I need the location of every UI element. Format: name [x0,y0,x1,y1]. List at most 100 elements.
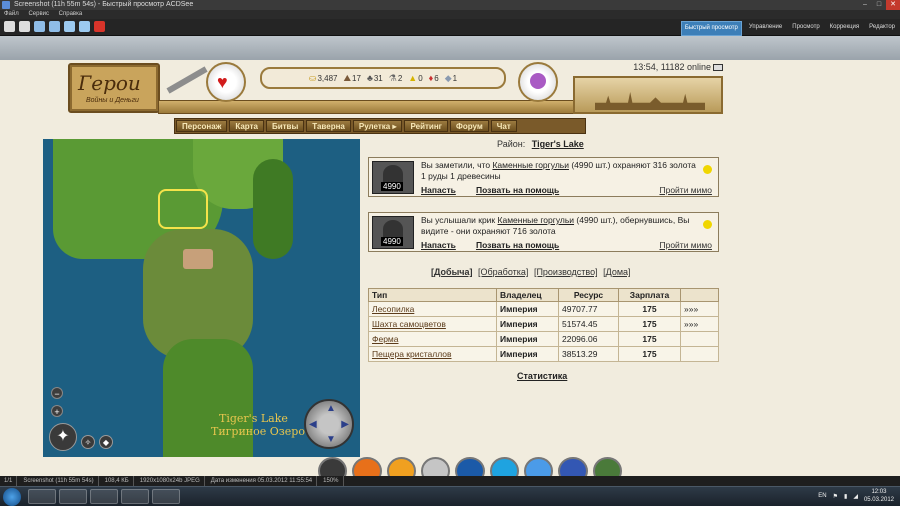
creature-count: 4990 [381,237,403,246]
compass-west-arrow[interactable]: ◀ [309,419,317,430]
explorer-task-icon[interactable] [28,489,56,504]
attack-link[interactable]: Напасть [421,185,456,195]
mode-edit[interactable]: Редактор [866,21,898,36]
zoom-in-icon[interactable] [64,21,75,32]
building-go-link[interactable]: »»» [680,301,719,317]
mode-view[interactable]: Просмотр [789,21,822,36]
mode-manage[interactable]: Управление [746,21,785,36]
clock-date: 05.03.2012 [863,497,894,503]
resource-mercury: ⚗ 2 [389,73,403,84]
map-town[interactable] [183,249,213,269]
map-zoom-in-button[interactable]: + [51,405,63,417]
nav-rating[interactable]: Рейтинг [404,120,448,132]
compass-south-arrow[interactable]: ▼ [326,434,336,445]
status-zoom[interactable]: 150% [323,476,344,486]
zoom-out-icon[interactable] [79,21,90,32]
building-go-link [680,331,719,347]
health-orb[interactable]: ♥ [206,62,246,102]
compass-east-arrow[interactable]: ▶ [341,419,349,430]
toolbar-icons [4,21,105,32]
resource-mercury-value: 2 [397,73,403,83]
mana-orb[interactable] [518,62,558,102]
menu-file[interactable]: Файл [4,11,19,17]
language-indicator[interactable]: EN [818,493,826,499]
creature-link[interactable]: Каменные горгульи [498,215,575,225]
chrome-task-icon[interactable] [59,489,87,504]
close-button[interactable]: ✕ [886,0,900,10]
mail-icon[interactable] [713,64,723,72]
call-help-link[interactable]: Позвать на помощь [476,185,559,195]
firefox-task-icon[interactable] [90,489,118,504]
table-row: Пещера кристаллов Империя 38513.29 175 [368,346,719,362]
creature-link[interactable]: Каменные горгульи [492,160,569,170]
map-zoom-out-button[interactable]: − [51,387,63,399]
status-dimensions: 1920x1080x24b JPEG [140,476,205,486]
tab-houses[interactable]: [Дома] [603,267,630,277]
building-resource: 49707.77 [558,301,619,317]
nav-character[interactable]: Персонаж [176,120,228,132]
castle-banner [573,76,723,114]
building-go-link [680,346,719,362]
nav-tavern[interactable]: Таверна [306,120,351,132]
world-map[interactable]: − + ✦ ✧ ◆ Tiger's Lake Тигриное Озеро ▲ … [43,139,360,457]
building-resource: 22096.06 [558,331,619,347]
minimize-button[interactable]: – [858,0,872,10]
call-help-link[interactable]: Позвать на помощь [476,240,559,250]
forward-icon[interactable] [19,21,30,32]
back-icon[interactable] [4,21,15,32]
sword-decoration [166,66,208,94]
map-settings-button[interactable]: ✧ [81,435,95,449]
game-logo[interactable]: Герои Войны и Деньги [68,63,160,113]
nav-forum[interactable]: Форум [450,120,489,132]
potion-icon [530,73,546,89]
pass-by-link[interactable]: Пройти мимо [659,240,711,250]
map-navigation-compass[interactable]: ▲ ▼ ◀ ▶ [304,399,354,449]
nav-battles[interactable]: Битвы [265,120,305,132]
building-go-link[interactable]: »»» [680,316,719,332]
tray-network-icon[interactable]: ▮ [844,493,847,500]
map-filter-button[interactable]: ◆ [99,435,113,449]
menu-help[interactable]: Справка [59,11,83,17]
mode-develop[interactable]: Коррекция [827,21,863,36]
save-icon[interactable] [34,21,45,32]
header-frame [158,100,578,114]
menu-tools[interactable]: Сервис [28,11,49,17]
map-compass-star-button[interactable]: ✦ [49,423,77,451]
fullscreen-icon[interactable] [49,21,60,32]
event-text: Вы услышали крик Каменные горгульи (4990… [421,215,701,237]
building-owner: Империя [496,301,559,317]
mode-quickview[interactable]: Быстрый просмотр [680,21,742,36]
tab-mining[interactable]: [Добыча] [431,267,473,277]
viewer-statusbar: 1/1 Screenshot (11h 55m 54s) 108,4 КБ 19… [0,476,900,486]
maximize-button[interactable]: □ [872,0,886,10]
nav-map[interactable]: Карта [229,120,264,132]
tray-clock[interactable]: 12:03 05.03.2012 [864,488,894,504]
building-name-link[interactable]: Лесопилка [368,301,497,317]
delete-icon[interactable] [94,21,105,32]
game-header: Герои Войны и Деньги ♥ ⛀ 3,487 ⛰ 17 ♣ 31 ⚗ 2… [68,60,723,118]
compass-north-arrow[interactable]: ▲ [326,403,336,414]
col-action [680,288,719,302]
nav-chat[interactable]: Чат [490,120,517,132]
pass-by-link[interactable]: Пройти мимо [659,185,711,195]
event-text: Вы заметили, что Каменные горгульи (4990… [421,160,701,182]
status-dot-icon [703,220,712,229]
tab-processing[interactable]: [Обработка] [478,267,528,277]
app-task-icon[interactable] [121,489,149,504]
map-region-highlight[interactable] [158,189,208,229]
tray-volume-icon[interactable]: ◢ [853,493,858,500]
mode-tabs: Быстрый просмотр Управление Просмотр Кор… [680,21,898,36]
resource-crystal-value: 6 [434,73,439,83]
attack-link[interactable]: Напасть [421,240,456,250]
start-button[interactable] [3,488,21,506]
building-name-link[interactable]: Ферма [368,331,497,347]
acdsee-task-icon[interactable] [152,489,180,504]
building-name-link[interactable]: Пещера кристаллов [368,346,497,362]
nav-roulette[interactable]: Рулетка ▸ [352,120,403,132]
tray-flag-icon[interactable]: ⚑ [833,493,838,500]
gargoyle-icon [383,165,403,183]
statistics-link[interactable]: Статистика [517,371,567,381]
building-name-link[interactable]: Шахта самоцветов [368,316,497,332]
region-link[interactable]: Tiger's Lake [532,139,584,149]
tab-production[interactable]: [Производство] [534,267,598,277]
